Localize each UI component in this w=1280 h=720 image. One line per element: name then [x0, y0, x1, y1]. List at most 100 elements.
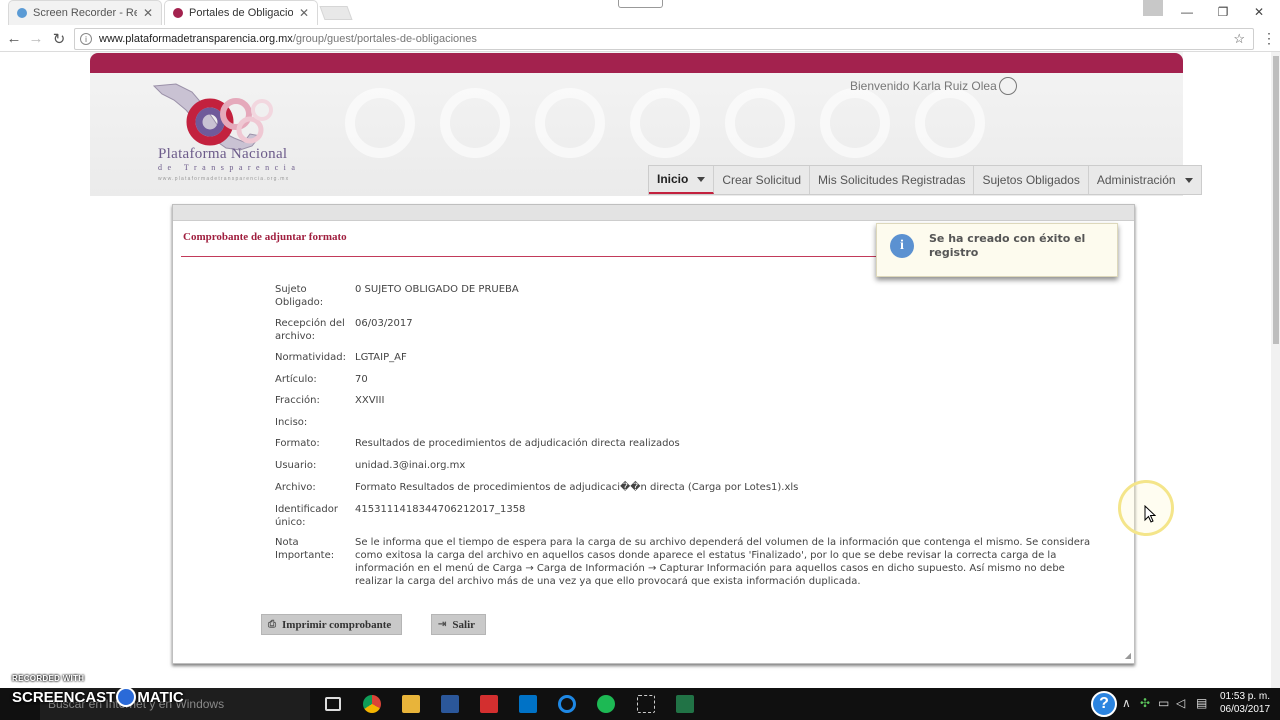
- close-icon[interactable]: ✕: [143, 6, 153, 20]
- snipping-tool-icon[interactable]: [637, 695, 655, 713]
- url-field[interactable]: i www.plataformadetransparencia.org.mx /…: [74, 28, 1254, 50]
- exit-button[interactable]: ⇥ Salir: [431, 614, 487, 635]
- nav-inicio[interactable]: Inicio: [649, 166, 715, 194]
- panel-topbar: [173, 205, 1134, 221]
- field-value: 06/03/2017: [355, 318, 413, 329]
- globe-icon: [17, 8, 27, 18]
- site-favicon-icon: [173, 8, 183, 18]
- info-icon: i: [890, 234, 914, 258]
- nav-label: Crear Solicitud: [722, 173, 802, 187]
- profile-icon[interactable]: [1143, 0, 1163, 16]
- mouse-pointer-icon: [1144, 505, 1156, 523]
- field-row: Nota Importante: Se le informa que el ti…: [275, 536, 1105, 588]
- field-value: 70: [355, 374, 368, 385]
- printer-icon: ⎙: [268, 619, 276, 630]
- recording-handle: [618, 0, 663, 8]
- logo-url: www.plataformadetransparencia.org.mx: [158, 176, 290, 182]
- field-label: Sujeto Obligado:: [275, 284, 324, 308]
- url-path: /group/guest/portales-de-obligaciones: [292, 33, 477, 45]
- caret-down-icon: [697, 176, 706, 182]
- nav-label: Sujetos Obligados: [982, 173, 1080, 187]
- clock-date: 06/03/2017: [1219, 704, 1271, 715]
- tab-title: Portales de Obligaciones: [189, 7, 293, 19]
- forward-arrow-icon[interactable]: →: [27, 30, 45, 47]
- tab-title: Screen Recorder - Record: [33, 7, 137, 19]
- watermark-icon: [440, 88, 510, 158]
- field-value: [355, 416, 1105, 429]
- print-receipt-button[interactable]: ⎙ Imprimir comprobante: [261, 614, 403, 635]
- address-bar: ← → ↻ i www.plataformadetransparencia.or…: [0, 26, 1280, 52]
- field-label: Artículo:: [275, 374, 317, 385]
- field-label: Fracción:: [275, 395, 320, 406]
- star-icon[interactable]: ☆: [1233, 31, 1245, 47]
- field-label: Inciso:: [275, 417, 308, 428]
- internet-explorer-icon[interactable]: [558, 695, 576, 713]
- url-host: www.plataformadetransparencia.org.mx: [99, 33, 293, 45]
- field-value: Se le informa que el tiempo de espera pa…: [355, 537, 1091, 587]
- taskbar-clock[interactable]: 01:53 p. m. 06/03/2017: [1216, 690, 1274, 716]
- nav-mis-solicitudes[interactable]: Mis Solicitudes Registradas: [810, 166, 975, 194]
- field-row: Archivo: Formato Resultados de procedimi…: [275, 481, 1105, 494]
- field-label: Normatividad:: [275, 352, 346, 363]
- scrollbar-thumb[interactable]: [1273, 56, 1279, 344]
- field-value: unidad.3@inai.org.mx: [355, 460, 466, 471]
- logo-subtitle: de Transparencia: [158, 163, 301, 172]
- panel-title: Comprobante de adjuntar formato: [183, 231, 347, 243]
- field-label: Usuario:: [275, 460, 317, 471]
- success-notification: i Se ha creado con éxito el registro: [876, 223, 1118, 277]
- watermark-icon: [535, 88, 605, 158]
- new-tab-button[interactable]: [319, 6, 353, 20]
- notifications-icon[interactable]: ▤: [1196, 696, 1207, 710]
- acrobat-icon[interactable]: [480, 695, 498, 713]
- field-row: Inciso:: [275, 416, 1105, 429]
- tab-screen-recorder[interactable]: Screen Recorder - Record ✕: [8, 0, 162, 25]
- notification-message: Se ha creado con éxito el registro: [929, 232, 1086, 259]
- nav-administracion[interactable]: Administración: [1089, 166, 1201, 194]
- exit-icon: ⇥: [438, 619, 447, 630]
- field-value: XXVIII: [355, 395, 385, 406]
- field-label: Formato:: [275, 438, 320, 449]
- word-icon[interactable]: [441, 695, 459, 713]
- logo-title: Plataforma Nacional: [158, 146, 288, 162]
- close-icon[interactable]: ✕: [299, 6, 309, 20]
- file-explorer-icon[interactable]: [402, 695, 420, 713]
- network-app-icon[interactable]: ✣: [1140, 696, 1150, 710]
- record-button-icon: [116, 687, 137, 707]
- window-close-icon[interactable]: ✕: [1241, 0, 1277, 24]
- restore-icon[interactable]: ❐: [1205, 0, 1241, 24]
- help-icon[interactable]: ?: [1091, 691, 1117, 717]
- nav-sujetos-obligados[interactable]: Sujetos Obligados: [974, 166, 1089, 194]
- main-nav: Inicio Crear Solicitud Mis Solicitudes R…: [648, 165, 1202, 195]
- field-row: Usuario: unidad.3@inai.org.mx: [275, 459, 1105, 472]
- resize-grip-icon[interactable]: ◢: [1125, 651, 1131, 660]
- field-row: Sujeto Obligado: 0 SUJETO OBLIGADO DE PR…: [275, 283, 1105, 309]
- volume-icon[interactable]: ◁: [1176, 696, 1185, 710]
- chrome-icon[interactable]: [363, 695, 381, 713]
- nav-label: Mis Solicitudes Registradas: [818, 173, 966, 187]
- panel-divider: [181, 256, 881, 257]
- field-row: Normatividad: LGTAIP_AF: [275, 351, 1105, 364]
- back-arrow-icon[interactable]: ←: [5, 30, 23, 47]
- screencast-brand-a: SCREENCAST: [12, 688, 116, 706]
- display-icon[interactable]: ▭: [1158, 696, 1169, 710]
- menu-dots-icon[interactable]: ⋮: [1262, 30, 1276, 47]
- reload-icon[interactable]: ↻: [50, 30, 68, 48]
- logout-icon[interactable]: [998, 77, 1017, 95]
- task-view-icon[interactable]: [325, 697, 341, 711]
- tab-portales[interactable]: Portales de Obligaciones ✕: [164, 0, 318, 25]
- watermark-icon: [915, 88, 985, 158]
- minimize-icon[interactable]: —: [1169, 0, 1205, 24]
- nav-crear-solicitud[interactable]: Crear Solicitud: [714, 166, 811, 194]
- spotify-icon[interactable]: [597, 695, 615, 713]
- watermark-icon: [630, 88, 700, 158]
- excel-icon[interactable]: [676, 695, 694, 713]
- info-icon[interactable]: i: [80, 33, 92, 45]
- screencast-logo: SCREENCAST MATIC: [12, 687, 184, 707]
- outlook-icon[interactable]: [519, 695, 537, 713]
- field-row: Recepción del archivo: 06/03/2017: [275, 317, 1105, 343]
- welcome-text: Bienvenido Karla Ruiz Olea: [850, 79, 997, 93]
- chevron-up-icon[interactable]: ∧: [1122, 696, 1131, 710]
- header-band: [90, 53, 1183, 73]
- watermark-icon: [725, 88, 795, 158]
- welcome-message: Bienvenido Karla Ruiz Olea: [850, 77, 1017, 95]
